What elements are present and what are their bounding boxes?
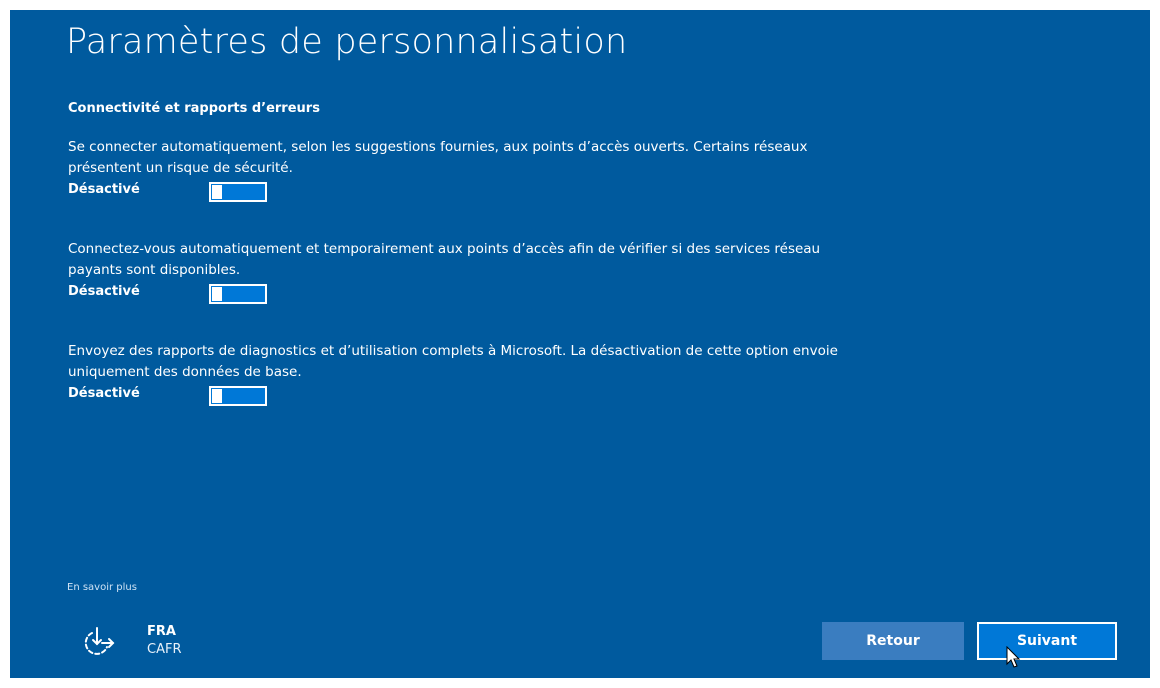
setting-description: Se connecter automatiquement, selon les …: [68, 139, 808, 176]
ease-of-access-icon[interactable]: [77, 623, 117, 663]
language-selector[interactable]: FRA CAFR: [147, 623, 181, 659]
setup-screen: Paramètres de personnalisation Connectiv…: [10, 10, 1150, 678]
setting-state-label: Désactivé: [68, 182, 140, 197]
toggle-knob: [212, 389, 222, 403]
diagnostics-reports-toggle[interactable]: [209, 386, 267, 406]
back-button[interactable]: Retour: [822, 622, 964, 660]
setting-open-hotspots: Se connecter automatiquement, selon les …: [68, 137, 848, 203]
setting-state-label: Désactivé: [68, 284, 140, 299]
open-hotspots-toggle[interactable]: [209, 182, 267, 202]
section-heading: Connectivité et rapports d’erreurs: [68, 101, 320, 116]
setting-state-label: Désactivé: [68, 386, 140, 401]
setting-description: Envoyez des rapports de diagnostics et d…: [68, 343, 838, 380]
toggle-knob: [212, 287, 222, 301]
paid-network-services-toggle[interactable]: [209, 284, 267, 304]
mouse-cursor-icon: [1006, 646, 1021, 668]
language-code: FRA: [147, 624, 176, 639]
page-title: Paramètres de personnalisation: [66, 22, 628, 62]
next-button[interactable]: Suivant: [977, 622, 1117, 660]
setting-paid-network-services: Connectez-vous automatiquement et tempor…: [68, 239, 848, 305]
learn-more-link[interactable]: En savoir plus: [67, 582, 137, 593]
setting-diagnostics-reports: Envoyez des rapports de diagnostics et d…: [68, 341, 848, 407]
keyboard-layout: CAFR: [147, 642, 182, 657]
setting-description: Connectez-vous automatiquement et tempor…: [68, 241, 821, 278]
toggle-knob: [212, 185, 222, 199]
